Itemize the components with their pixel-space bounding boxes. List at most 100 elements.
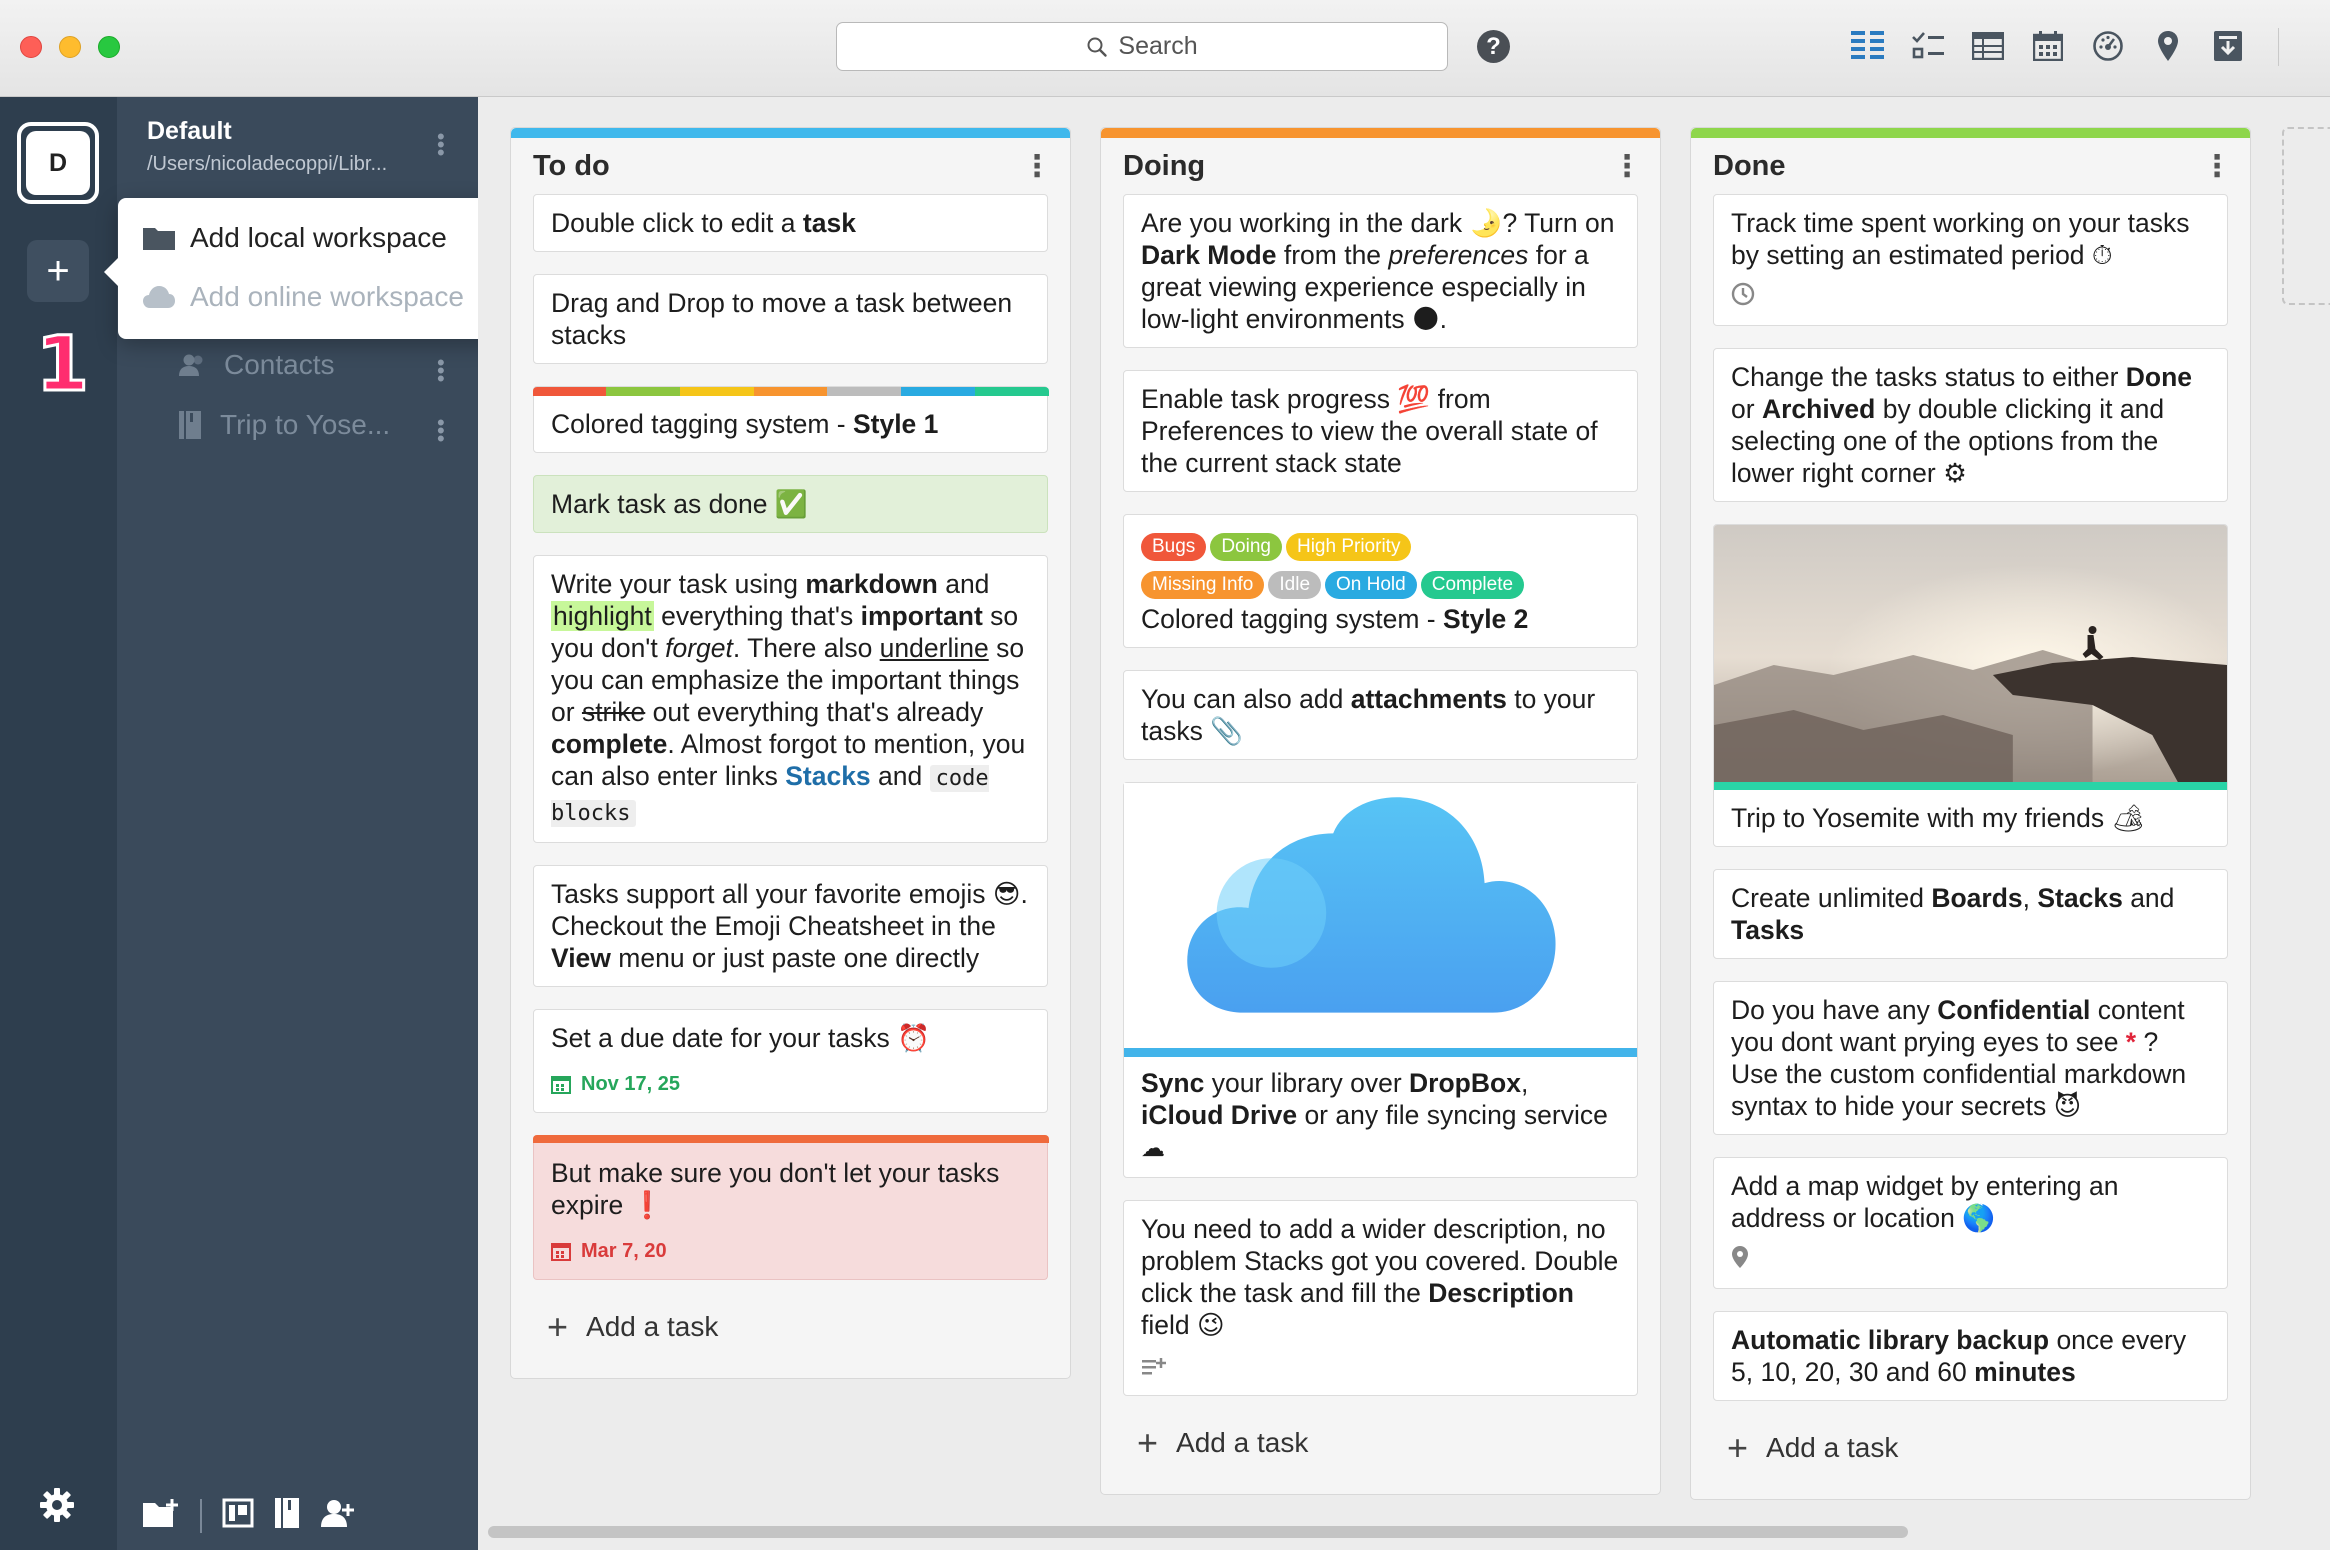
task-card[interactable]: Set a due date for your tasks ⏰ Nov 17, …	[533, 1009, 1048, 1113]
description-icon	[1141, 1351, 1620, 1383]
add-local-workspace-label: Add local workspace	[190, 222, 447, 253]
table-icon[interactable]	[1970, 28, 2006, 64]
contacts-menu-icon[interactable]: • • •	[437, 352, 445, 390]
step-number-badge: 1	[35, 318, 91, 410]
workspace-menu-icon[interactable]: • • •	[437, 126, 445, 164]
stack-title: Done	[1713, 149, 1786, 182]
task-italic-text: forget	[665, 633, 733, 663]
add-task-button[interactable]: + Add a task	[1691, 1423, 2250, 1499]
kanban-icon[interactable]	[1850, 28, 1886, 64]
task-link[interactable]: Stacks	[785, 761, 870, 791]
task-text: ? Turn on	[1502, 208, 1615, 238]
check-mark-icon: ✅	[774, 489, 808, 519]
search-input[interactable]: Search	[836, 22, 1448, 71]
stack-header[interactable]: Done ⋮	[1691, 138, 2250, 194]
due-date-text: Mar 7, 20	[581, 1240, 667, 1262]
task-card[interactable]: Create unlimited Boards, Stacks and Task…	[1713, 869, 2228, 959]
book-icon	[179, 411, 201, 439]
task-card[interactable]: Track time spent working on your tasks b…	[1713, 194, 2228, 326]
tag-color-bar	[532, 387, 1049, 396]
task-card[interactable]: Change the tasks status to either Done o…	[1713, 348, 2228, 502]
add-online-workspace-item[interactable]: Add online workspace	[142, 281, 464, 313]
task-bold-text: Automatic library backup	[1731, 1325, 2050, 1355]
stack-header[interactable]: Doing ⋮	[1101, 138, 1660, 194]
add-task-button[interactable]: + Add a task	[1101, 1418, 1660, 1494]
new-contact-icon[interactable]	[320, 1498, 356, 1533]
task-card[interactable]: Tasks support all your favorite emojis 😎…	[533, 865, 1048, 987]
task-card[interactable]: Automatic library backup once every 5, 1…	[1713, 1311, 2228, 1401]
add-workspace-menu: Add local workspace Add online workspace	[104, 198, 498, 339]
dashboard-icon[interactable]	[2090, 28, 2126, 64]
task-bold-text: complete	[551, 729, 668, 759]
task-text: Colored tagging system -	[551, 409, 853, 439]
task-text: menu or just paste one directly	[610, 943, 980, 973]
task-bold-text: Done	[2125, 362, 2193, 392]
task-bold-text: iCloud Drive	[1141, 1100, 1298, 1130]
sidebar-item-trip[interactable]: Trip to Yose...	[178, 409, 390, 441]
add-local-workspace-item[interactable]: Add local workspace	[142, 222, 447, 254]
horizontal-scrollbar[interactable]	[488, 1526, 1908, 1538]
stack-menu-icon[interactable]: ⋮	[2202, 149, 2232, 184]
calendar-icon[interactable]	[2030, 28, 2066, 64]
task-text: Enable task progress	[1141, 384, 1398, 414]
task-card[interactable]: Write your task using markdown and highl…	[533, 555, 1048, 843]
task-card[interactable]: Double click to edit a task	[533, 194, 1048, 252]
task-card[interactable]: Enable task progress 💯 from Preferences …	[1123, 370, 1638, 492]
add-workspace-button[interactable]: +	[27, 240, 89, 302]
task-bold-text: minutes	[1974, 1357, 2076, 1387]
task-bold-text: View	[551, 943, 611, 973]
task-card[interactable]: Add a map widget by entering an address …	[1713, 1157, 2228, 1289]
task-card[interactable]: Do you have any Confidential content you…	[1713, 981, 2228, 1135]
new-board-icon[interactable]	[222, 1498, 254, 1533]
trip-menu-icon[interactable]: • • •	[437, 412, 445, 450]
sidebar-item-contacts[interactable]: Contacts	[178, 349, 335, 381]
tag-high-priority: High Priority	[1285, 533, 1412, 561]
new-stack-placeholder[interactable]	[2282, 127, 2330, 305]
task-text: Set a due date for your tasks	[551, 1023, 898, 1053]
image-accent-bar	[1714, 782, 2227, 790]
help-icon[interactable]: ?	[1477, 30, 1510, 63]
task-card[interactable]: You need to add a wider description, no …	[1123, 1200, 1638, 1396]
workspace-rail: D + 1	[0, 97, 117, 1550]
minimize-window-button[interactable]	[59, 36, 81, 58]
map-pin-icon[interactable]	[2150, 28, 2186, 64]
close-window-button[interactable]	[20, 36, 42, 58]
task-card[interactable]: Drag and Drop to move a task between sta…	[533, 274, 1048, 364]
tag-complete: Complete	[1420, 571, 1525, 599]
archive-icon[interactable]	[2210, 28, 2246, 64]
task-text: Create unlimited	[1731, 883, 1932, 913]
checklist-icon[interactable]	[1910, 28, 1946, 64]
new-folder-icon[interactable]	[142, 1498, 180, 1533]
stack-color-bar	[1691, 128, 2250, 138]
task-card[interactable]: Colored tagging system - Style 1	[532, 386, 1049, 453]
task-underline-text: underline	[879, 633, 989, 663]
task-text: Mark task as done	[551, 489, 768, 519]
task-text: everything that's	[653, 601, 861, 631]
workspace-avatar[interactable]: D	[17, 122, 99, 204]
task-bold-text: Dark Mode	[1141, 240, 1277, 270]
task-card[interactable]: Bugs Doing High Priority Missing Info Idle O…	[1123, 514, 1638, 648]
task-card[interactable]: Are you working in the dark 🌛? Turn on D…	[1123, 194, 1638, 348]
task-bold-text: markdown	[805, 569, 938, 599]
workspace-path: /Users/nicoladecoppi/Libr...	[147, 153, 388, 175]
task-bold-text: DropBox	[1409, 1068, 1521, 1098]
calendar-small-icon	[551, 1076, 571, 1094]
task-card-done[interactable]: Mark task as done ✅	[533, 475, 1048, 533]
task-card[interactable]: Trip to Yosemite with my friends 🏕	[1713, 524, 2228, 847]
task-text: Write your task using	[551, 569, 806, 599]
devil-emoji-icon: 😈	[2053, 1091, 2082, 1121]
asterisk-icon: *	[2125, 1027, 2137, 1057]
stack-menu-icon[interactable]: ⋮	[1612, 149, 1642, 184]
task-card[interactable]: Sync your library over DropBox, iCloud Dr…	[1123, 782, 1638, 1178]
stack-menu-icon[interactable]: ⋮	[1022, 149, 1052, 184]
exclamation-icon: ❗	[630, 1190, 664, 1220]
stack-header[interactable]: To do ⋮	[511, 138, 1070, 194]
sidebar-item-label: Trip to Yose...	[220, 409, 391, 440]
task-card-overdue[interactable]: But make sure you don't let your tasks e…	[532, 1135, 1049, 1280]
task-card[interactable]: You can also add attachments to your tas…	[1123, 670, 1638, 760]
settings-gear-icon[interactable]	[39, 1487, 75, 1528]
new-library-icon[interactable]	[274, 1497, 300, 1534]
add-task-button[interactable]: + Add a task	[511, 1302, 1070, 1378]
zoom-window-button[interactable]	[98, 36, 120, 58]
tag-bugs: Bugs	[1141, 533, 1207, 561]
